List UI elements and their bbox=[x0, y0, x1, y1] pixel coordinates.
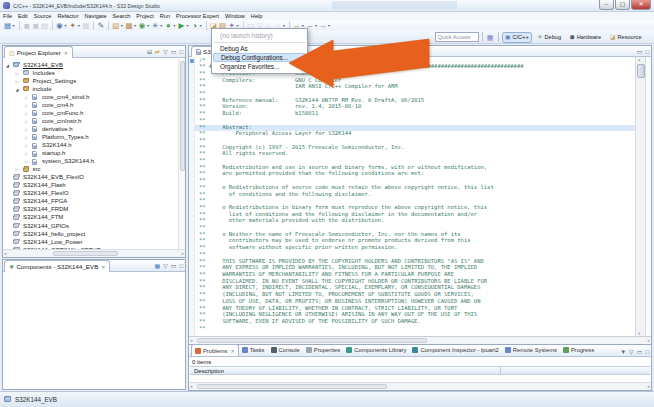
callout-arrow bbox=[0, 0, 654, 407]
